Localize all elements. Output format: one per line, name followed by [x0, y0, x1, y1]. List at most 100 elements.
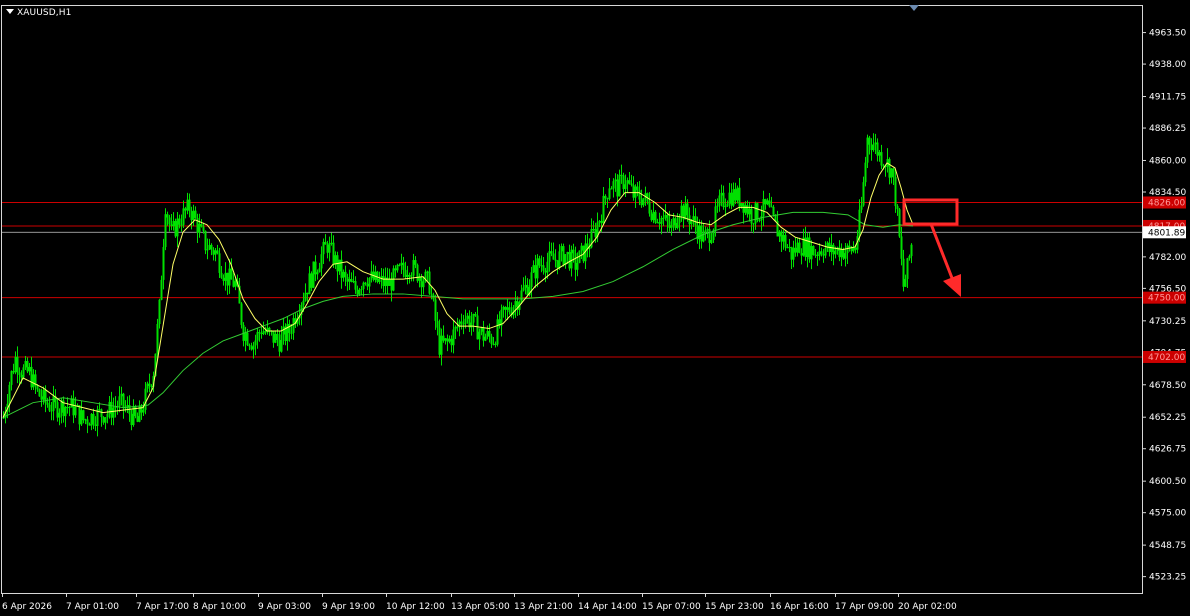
candle-body — [672, 218, 675, 226]
candle-body — [846, 245, 849, 254]
candle-body — [794, 247, 797, 253]
candle-body — [136, 416, 139, 422]
candle-body — [782, 234, 785, 242]
candle-body — [184, 208, 187, 211]
price-chart[interactable]: 4963.50 4938.00 4911.75 4886.25 4860.00 4834.… — [0, 0, 1190, 616]
candles-group — [2, 133, 913, 437]
candle-body — [352, 281, 355, 283]
candle-body — [80, 410, 83, 425]
candle-body — [608, 188, 611, 199]
candle-body — [866, 137, 869, 163]
candle-body — [430, 293, 433, 295]
candle-body — [214, 250, 217, 255]
candle-body — [410, 275, 413, 277]
candle-body — [622, 175, 625, 190]
x-tick-label: 7 Apr 17:00 — [136, 602, 189, 612]
candle-body — [710, 239, 713, 243]
candle-body — [594, 229, 597, 237]
candle-body — [466, 315, 469, 319]
candle-body — [742, 203, 745, 213]
candle-body — [560, 246, 563, 252]
candle-body — [476, 315, 479, 340]
candle-body — [474, 313, 477, 316]
candle-body — [38, 389, 41, 397]
candle-body — [174, 220, 177, 237]
candle-body — [674, 218, 677, 228]
candle-body — [694, 216, 697, 226]
candle-body — [226, 272, 229, 286]
candle-body — [638, 190, 641, 200]
candle-body — [894, 177, 897, 207]
candle-body — [494, 343, 497, 345]
candle-body — [208, 244, 211, 250]
candle-body — [472, 313, 475, 323]
candle-body — [520, 290, 523, 302]
candle-body — [844, 253, 847, 259]
candle-body — [406, 274, 409, 277]
candle-body — [634, 186, 637, 198]
candle-body — [64, 406, 67, 417]
candle-body — [662, 217, 665, 219]
candle-body — [768, 200, 771, 207]
candle-body — [522, 287, 525, 291]
candle-body — [500, 309, 503, 326]
candle-body — [648, 201, 651, 214]
candle-body — [148, 383, 151, 386]
candle-body — [210, 244, 213, 250]
candle-body — [396, 264, 399, 271]
candle-body — [254, 340, 257, 346]
candle-body — [834, 250, 837, 255]
candle-body — [66, 406, 69, 408]
candle-body — [732, 189, 735, 206]
x-tick-label: 16 Apr 16:00 — [770, 602, 829, 612]
candle-body — [74, 406, 77, 416]
candle-body — [256, 332, 259, 341]
candle-body — [482, 327, 485, 341]
candle-body — [554, 259, 557, 261]
candle-body — [858, 209, 861, 237]
chart-window[interactable]: XAUUSD,H1 4963.50 4938.00 4911.75 4886.25 48… — [0, 0, 1190, 616]
candle-body — [738, 187, 741, 207]
candle-body — [194, 210, 197, 218]
candle-body — [186, 199, 189, 211]
candle-body — [202, 226, 205, 231]
candle-body — [358, 289, 361, 295]
x-tick-label: 13 Apr 05:00 — [451, 602, 510, 612]
candle-body — [244, 332, 247, 341]
candle-body — [642, 197, 645, 206]
candle-body — [868, 137, 871, 145]
candle-body — [814, 254, 817, 256]
candle-body — [24, 360, 27, 368]
candle-body — [864, 162, 867, 183]
candle-body — [652, 211, 655, 221]
candle-body — [818, 251, 821, 256]
candle-body — [8, 384, 11, 404]
candle-body — [172, 220, 175, 227]
candle-body — [278, 339, 281, 352]
candle-body — [668, 221, 671, 228]
candle-body — [676, 222, 679, 228]
candle-body — [766, 200, 769, 205]
candle-body — [684, 203, 687, 220]
candle-body — [222, 277, 225, 281]
candle-body — [480, 327, 483, 332]
candle-body — [724, 206, 727, 208]
candle-body — [538, 258, 541, 266]
candle-body — [788, 246, 791, 248]
candle-body — [534, 265, 537, 279]
candle-body — [506, 307, 509, 310]
candle-body — [20, 374, 23, 378]
candle-body — [800, 253, 803, 256]
candle-body — [30, 366, 33, 388]
candle-body — [322, 241, 325, 255]
candle-body — [626, 180, 629, 185]
candle-body — [530, 272, 533, 287]
candle-body — [314, 261, 317, 275]
candle-body — [722, 192, 725, 207]
candle-body — [180, 224, 183, 226]
candle-body — [390, 279, 393, 291]
candle-body — [680, 205, 683, 217]
candle-body — [750, 208, 753, 224]
candle-body — [816, 254, 819, 256]
candle-body — [260, 333, 263, 335]
